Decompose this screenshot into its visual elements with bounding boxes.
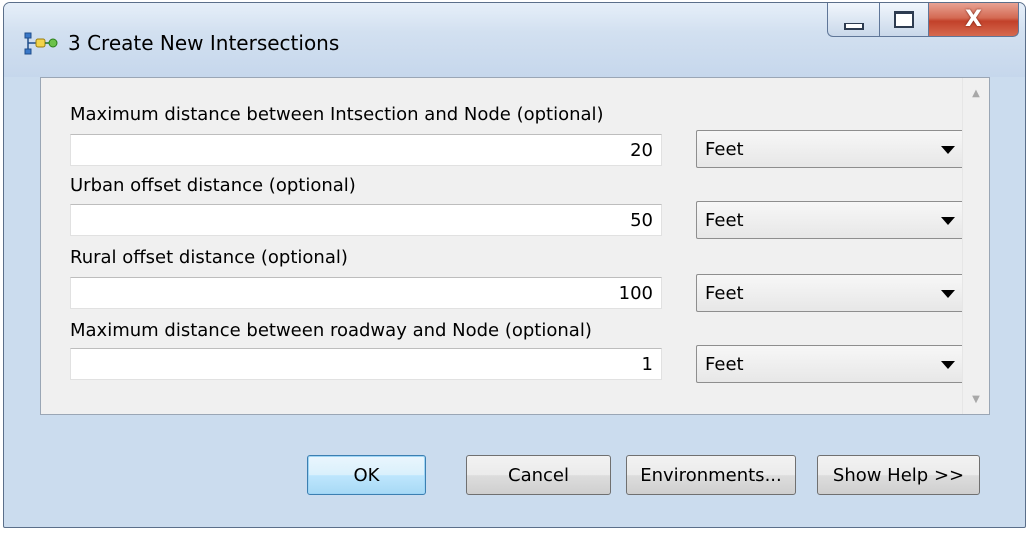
unit-value: Feet bbox=[705, 139, 744, 160]
ok-button[interactable]: OK bbox=[307, 455, 426, 495]
show-help-button[interactable]: Show Help >> bbox=[817, 455, 980, 495]
dialog-window: 3 Create New Intersections X Maximum dis… bbox=[3, 2, 1026, 528]
urban-offset-label: Urban offset distance (optional) bbox=[70, 175, 356, 196]
chevron-down-icon bbox=[941, 290, 955, 298]
chevron-down-icon bbox=[941, 361, 955, 369]
parameters-panel: Maximum distance between Intsection and … bbox=[40, 77, 990, 415]
urban-offset-input[interactable] bbox=[70, 204, 662, 236]
scroll-up-arrow-icon[interactable]: ▲ bbox=[963, 82, 989, 104]
unit-value: Feet bbox=[705, 354, 744, 375]
unit-value: Feet bbox=[705, 283, 744, 304]
scroll-down-arrow-icon[interactable]: ▼ bbox=[963, 388, 989, 410]
chevron-down-icon bbox=[941, 217, 955, 225]
urban-offset-unit-select[interactable]: Feet bbox=[696, 201, 968, 239]
environments-button[interactable]: Environments... bbox=[626, 455, 796, 495]
close-icon: X bbox=[965, 6, 982, 32]
unit-value: Feet bbox=[705, 210, 744, 231]
close-button[interactable]: X bbox=[929, 3, 1019, 37]
rural-offset-input[interactable] bbox=[70, 277, 662, 309]
maximize-icon bbox=[894, 11, 914, 28]
window-title: 3 Create New Intersections bbox=[68, 31, 340, 55]
vertical-scrollbar[interactable]: ▲ ▼ bbox=[962, 78, 989, 414]
max-roadway-distance-input[interactable] bbox=[70, 348, 662, 380]
minimize-icon bbox=[843, 23, 864, 30]
caption-buttons: X bbox=[827, 3, 1019, 43]
max-roadway-distance-unit-select[interactable]: Feet bbox=[696, 345, 968, 383]
max-intersection-distance-input[interactable] bbox=[70, 134, 662, 166]
max-intersection-distance-label: Maximum distance between Intsection and … bbox=[70, 104, 604, 125]
title-bar[interactable]: 3 Create New Intersections X bbox=[4, 3, 1025, 77]
minimize-button[interactable] bbox=[827, 3, 879, 37]
maximize-button[interactable] bbox=[879, 3, 929, 37]
chevron-down-icon bbox=[941, 146, 955, 154]
parameters-area: Maximum distance between Intsection and … bbox=[41, 78, 989, 414]
model-tool-icon bbox=[24, 32, 58, 55]
cancel-button[interactable]: Cancel bbox=[466, 455, 611, 495]
rural-offset-label: Rural offset distance (optional) bbox=[70, 247, 348, 268]
max-roadway-distance-label: Maximum distance between roadway and Nod… bbox=[70, 320, 592, 341]
rural-offset-unit-select[interactable]: Feet bbox=[696, 274, 968, 312]
max-intersection-distance-unit-select[interactable]: Feet bbox=[696, 130, 968, 168]
